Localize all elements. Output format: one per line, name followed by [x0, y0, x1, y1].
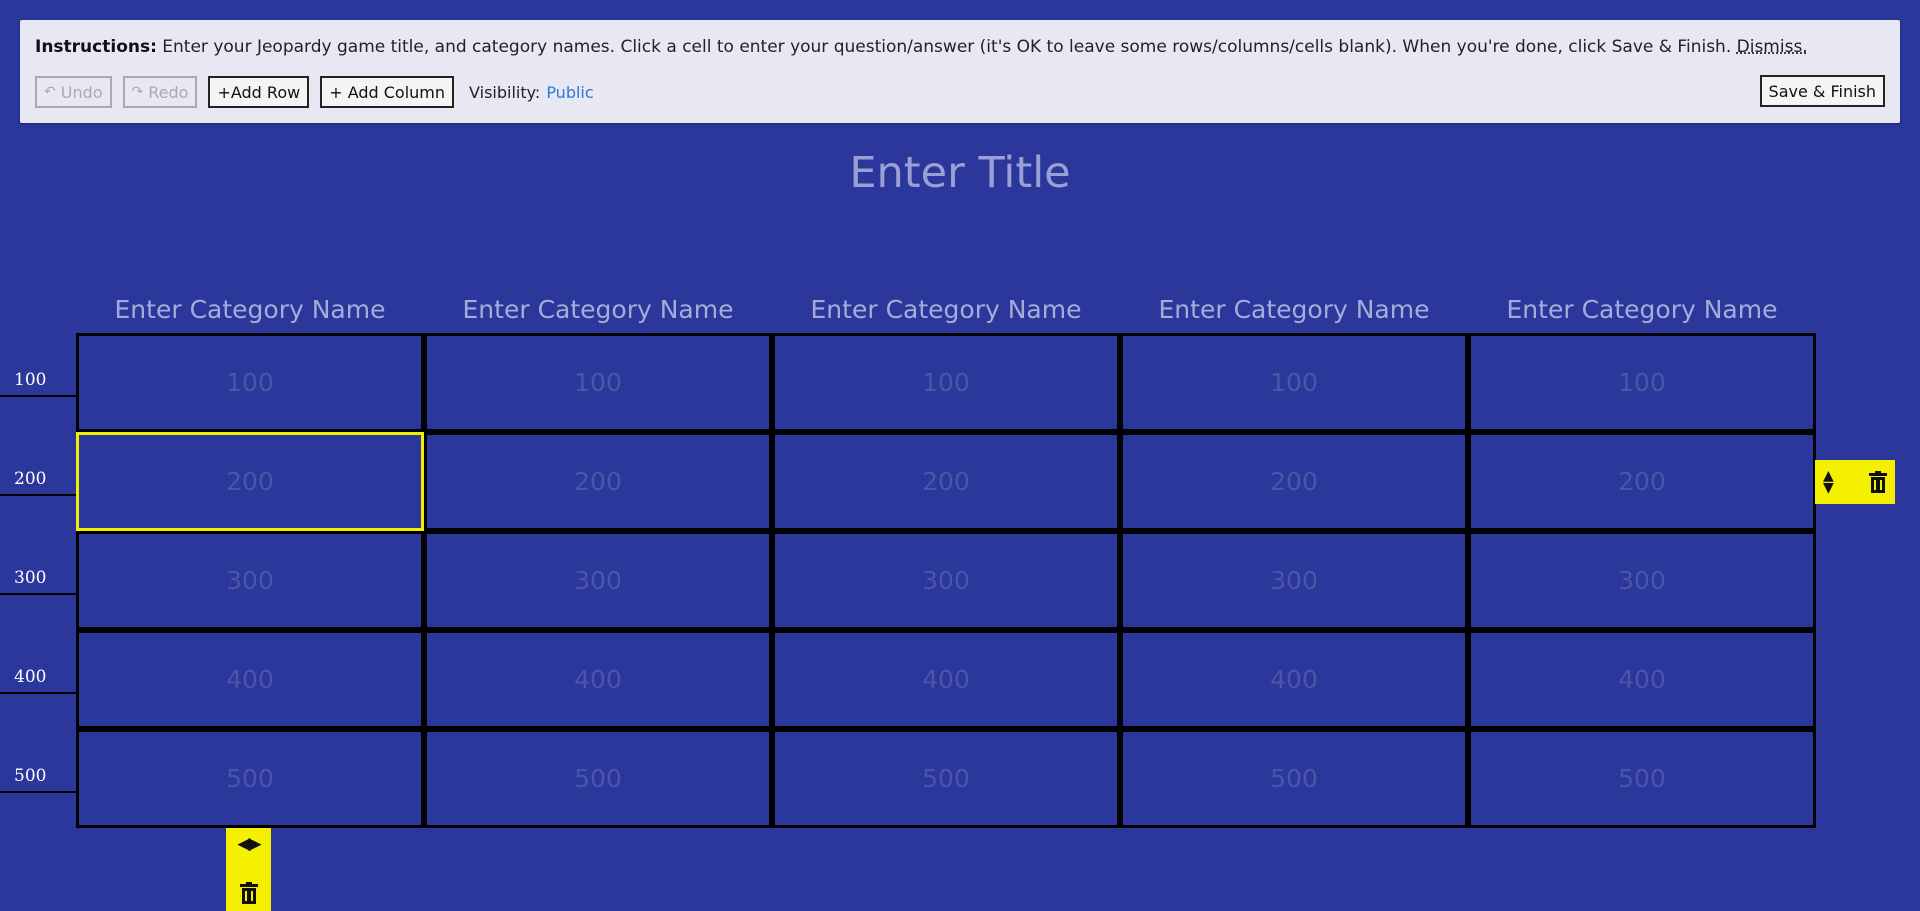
add-row-button[interactable]: +Add Row [208, 76, 310, 108]
delete-column-icon[interactable] [239, 882, 258, 904]
row-controls: ▲ ▼ [1815, 460, 1895, 504]
board-cell[interactable]: 500 [772, 729, 1120, 828]
category-name-input[interactable]: Enter Category Name [1468, 295, 1816, 324]
undo-icon: ↶ [44, 84, 56, 100]
instructions-panel: Instructions: Enter your Jeopardy game t… [20, 20, 1900, 123]
toolbar: ↶ Undo ↷ Redo +Add Row + Add Column Visi… [35, 75, 594, 109]
row-label: 400 [0, 667, 76, 694]
move-row-icon[interactable]: ▲ ▼ [1823, 469, 1834, 495]
board-cell[interactable]: 200 [772, 432, 1120, 531]
board-cell[interactable]: 300 [1468, 531, 1816, 630]
board-cell[interactable]: 100 [1120, 333, 1468, 432]
category-name-input[interactable]: Enter Category Name [1120, 295, 1468, 324]
board-cell[interactable]: 400 [1468, 630, 1816, 729]
row-label: 500 [0, 766, 76, 793]
instructions-text: Instructions: Enter your Jeopardy game t… [35, 37, 1808, 57]
category-name-input[interactable]: Enter Category Name [76, 295, 424, 324]
board-cell[interactable]: 300 [772, 531, 1120, 630]
redo-button[interactable]: ↷ Redo [122, 76, 198, 108]
board-cell[interactable]: 400 [1120, 630, 1468, 729]
delete-row-icon[interactable] [1869, 471, 1887, 493]
board-cell[interactable]: 100 [772, 333, 1120, 432]
category-name-input[interactable]: Enter Category Name [424, 295, 772, 324]
instructions-label: Instructions: [35, 37, 157, 57]
board-cell-selected[interactable]: 200 [76, 432, 424, 531]
dismiss-link[interactable]: Dismiss. [1737, 37, 1808, 57]
board-cell[interactable]: 500 [76, 729, 424, 828]
board-cell[interactable]: 500 [1120, 729, 1468, 828]
board-cell[interactable]: 300 [424, 531, 772, 630]
board-cell[interactable]: 100 [76, 333, 424, 432]
row-label: 200 [0, 469, 76, 496]
add-column-button[interactable]: + Add Column [320, 76, 455, 108]
board-cell[interactable]: 400 [772, 630, 1120, 729]
undo-label: Undo [60, 82, 103, 102]
board-cell[interactable]: 200 [424, 432, 772, 531]
visibility-toggle-link[interactable]: Public [546, 83, 593, 102]
instructions-body: Enter your Jeopardy game title, and cate… [156, 37, 1737, 57]
save-finish-button[interactable]: Save & Finish [1759, 75, 1885, 107]
board-cell[interactable]: 500 [424, 729, 772, 828]
redo-label: Redo [148, 82, 189, 102]
board-cell[interactable]: 100 [1468, 333, 1816, 432]
board-cell[interactable]: 100 [424, 333, 772, 432]
board-cell[interactable]: 300 [1120, 531, 1468, 630]
board-cell[interactable]: 200 [1120, 432, 1468, 531]
board-cell[interactable]: 400 [424, 630, 772, 729]
category-name-input[interactable]: Enter Category Name [772, 295, 1120, 324]
board-cell[interactable]: 400 [76, 630, 424, 729]
game-title-input[interactable]: Enter Title [0, 148, 1920, 198]
board-cell[interactable]: 200 [1468, 432, 1816, 531]
row-label: 300 [0, 568, 76, 595]
board-cell[interactable]: 500 [1468, 729, 1816, 828]
undo-button[interactable]: ↶ Undo [35, 76, 112, 108]
move-column-icon[interactable]: ◀▶ [237, 834, 261, 854]
row-label: 100 [0, 370, 76, 397]
board-cell[interactable]: 300 [76, 531, 424, 630]
redo-icon: ↷ [131, 84, 144, 100]
column-controls: ◀▶ [226, 828, 271, 911]
visibility-label: Visibility: [469, 82, 541, 102]
